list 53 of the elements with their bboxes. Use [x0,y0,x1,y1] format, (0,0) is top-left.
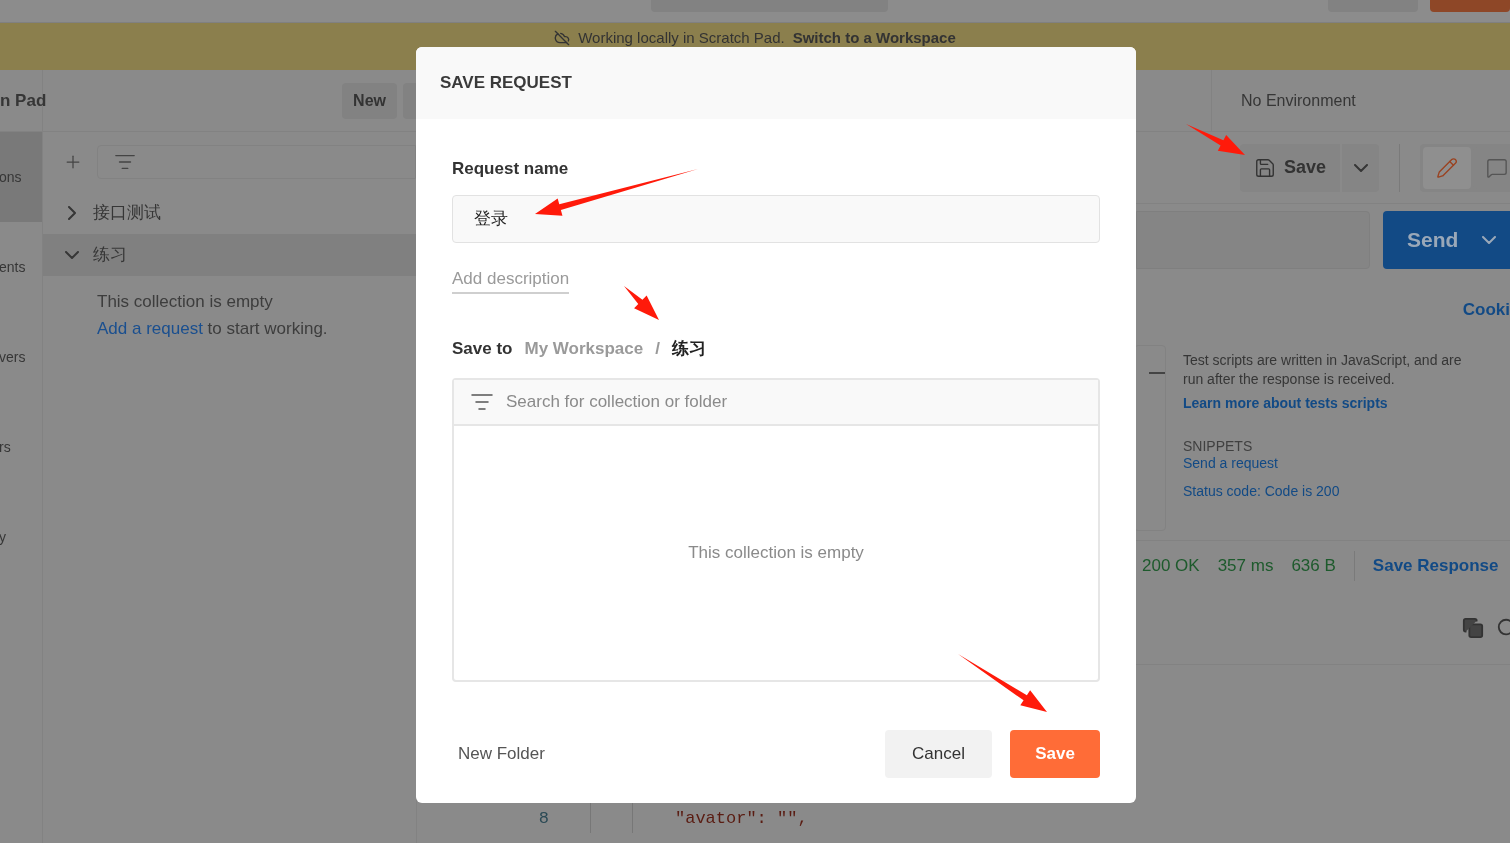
panel-title: n Pad [0,89,47,112]
sidebar-item[interactable]: ons [0,132,42,222]
response-time: 357 ms [1217,555,1274,578]
search-field[interactable]: Search for collection or folder [454,379,1098,426]
url-field[interactable] [1136,210,1370,269]
response-status: 200 OK [1142,555,1200,578]
add-request-link[interactable]: Add a request [97,319,203,338]
code-line: "avator": "", [675,809,808,829]
cancel-button[interactable]: Cancel [885,729,992,778]
empty-collection-text: This collection is empty [97,291,274,313]
filter-field[interactable] [97,145,416,179]
empty-collection-text: This collection is empty [688,541,864,564]
copy-icon[interactable] [1462,616,1484,639]
collection-item[interactable]: 接口测试 [43,192,416,234]
cookies-link[interactable]: Cooki [1462,297,1510,323]
cloud-off-icon [554,30,571,46]
chevron-down-icon [1353,163,1368,172]
request-name-field[interactable]: 登录 [452,194,1100,243]
tests-description: Test scripts are written in JavaScript, and are run after the response is received. [1183,351,1463,389]
send-button[interactable]: Send [1383,210,1510,269]
chevron-right-icon [68,206,76,220]
add-description-link[interactable]: Add description [452,265,570,294]
snippet-link[interactable]: Send a request [1183,454,1483,472]
line-number: 8 [537,809,550,829]
chevron-down-icon [1482,235,1497,244]
collection-item[interactable]: 练习 [43,234,416,276]
save-button[interactable]: Save [1240,143,1341,192]
snippet-link[interactable]: Status code: Code is 200 [1183,482,1483,500]
response-size: 636 B [1291,555,1336,578]
save-to-label: Save to [452,338,513,360]
pencil-icon [1436,156,1459,179]
breadcrumb-item[interactable]: 练习 [671,336,706,362]
save-dropdown-button[interactable] [1342,143,1380,192]
new-folder-link[interactable]: New Folder [458,740,545,767]
import-button[interactable] [403,82,416,119]
comment-icon [1486,156,1509,179]
collection-search-field[interactable]: Search for collection or folder [506,381,1098,422]
request-name-label: Request name [452,158,570,180]
new-button[interactable]: New [342,82,397,119]
environment-selector[interactable]: No Environment [1241,88,1356,113]
breadcrumb-item[interactable]: My Workspace [524,336,644,362]
chevron-down-icon [65,251,79,259]
banner-link[interactable]: Switch to a Workspace [792,29,956,47]
empty-collection-hint: Add a request to start working. [97,318,329,340]
mode-button[interactable] [1423,146,1472,189]
dialog-title: SAVE REQUEST [440,72,572,95]
save-button[interactable]: Save [1010,729,1100,778]
save-response-link[interactable]: Save Response [1372,553,1499,579]
snippets-heading: SNIPPETS [1183,438,1254,454]
banner-text: Working locally in Scratch Pad. [578,29,785,47]
tests-docs-link[interactable]: Learn more about tests scripts [1183,393,1483,414]
path-separator: / [655,338,660,360]
save-icon [1254,156,1276,179]
